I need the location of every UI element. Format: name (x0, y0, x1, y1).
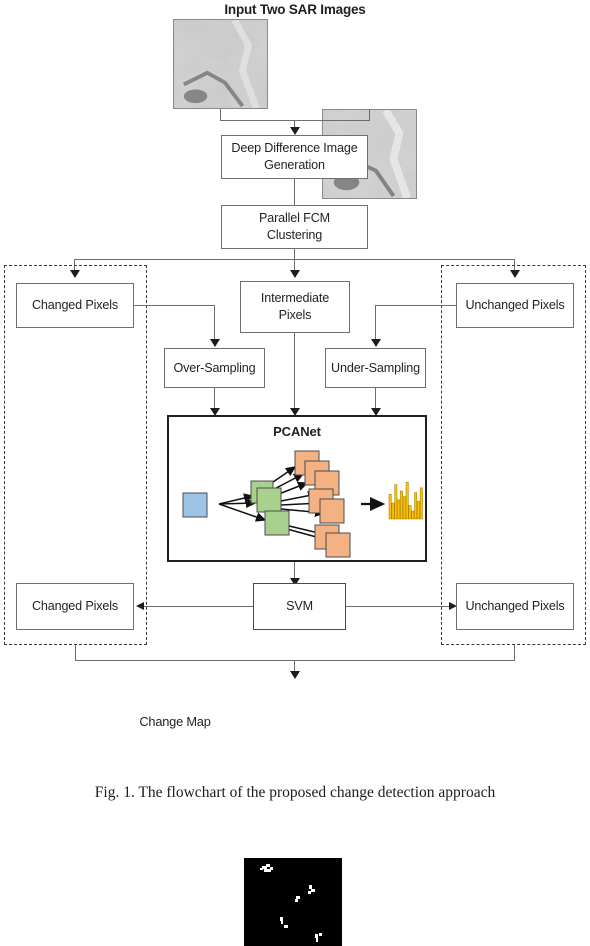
arrowhead-svm-to-changed (136, 601, 144, 610)
connector-unchanged-to-undersampling-v (375, 305, 377, 341)
pcanet-title: PCANet (273, 424, 321, 439)
node-over-sampling: Over-Sampling (164, 348, 265, 388)
connector-intermediate-to-pcanet (294, 333, 296, 412)
connector-changed-to-oversampling-v (214, 305, 216, 341)
node-changed-pixels-bottom: Changed Pixels (16, 583, 134, 630)
pcanet-network-diagram (169, 441, 429, 561)
histogram-bars (388, 481, 423, 520)
node-under-sampling: Under-Sampling (325, 348, 426, 388)
arrowhead-to-ddi (289, 127, 300, 135)
fcm-line1: Parallel FCM (259, 211, 330, 226)
sar-image-left (173, 19, 268, 109)
connector-unchanged-to-undersampling-h (375, 305, 456, 307)
change-map-label: Change Map (139, 714, 211, 729)
connector-svm-to-changed (143, 606, 253, 608)
node-deep-difference-image-generation: Deep Difference Image Generation (221, 135, 368, 179)
over-sampling-label: Over-Sampling (173, 360, 256, 375)
change-map-image (244, 858, 342, 946)
svm-label: SVM (286, 599, 313, 614)
intermediate-line1: Intermediate (260, 291, 330, 306)
sar-texture-left-svg (174, 20, 267, 108)
arrowhead-to-oversampling (209, 339, 220, 347)
panel-pcanet: PCANet (167, 415, 427, 562)
node-intermediate-pixels: Intermediate Pixels (240, 281, 350, 333)
connector-svm-to-unchanged (346, 606, 452, 608)
connector-unchanged-branch-down (514, 645, 516, 661)
connector-changed-branch-down (75, 645, 77, 661)
figure-caption: Fig. 1. The flowchart of the proposed ch… (94, 784, 496, 801)
figure-header-label: Input Two SAR Images (224, 2, 366, 17)
node-parallel-fcm-clustering: Parallel FCM Clustering (221, 205, 368, 249)
ddi-line2: Generation (264, 158, 325, 172)
pcanet-network-svg (182, 450, 423, 558)
changed-pixels-top-label: Changed Pixels (31, 298, 119, 313)
figure-canvas: Input Two SAR Images Deep Difference Ima… (0, 0, 590, 946)
node-unchanged-pixels-bottom: Unchanged Pixels (456, 583, 574, 630)
arrowhead-to-intermediate-pixels (289, 270, 300, 278)
arrowhead-to-undersampling (370, 339, 381, 347)
fcm-line2: Clustering (266, 228, 323, 242)
ddi-line1: Deep Difference Image (231, 141, 358, 156)
node-unchanged-pixels-top: Unchanged Pixels (456, 283, 574, 328)
under-sampling-label: Under-Sampling (331, 360, 420, 375)
node-changed-pixels-top: Changed Pixels (16, 283, 134, 328)
unchanged-pixels-bottom-label: Unchanged Pixels (465, 599, 565, 614)
node-svm: SVM (253, 583, 346, 630)
arrowhead-to-changemap (289, 671, 300, 679)
connector-ddi-to-fcm (294, 179, 296, 206)
changed-pixels-bottom-label: Changed Pixels (31, 599, 119, 614)
unchanged-pixels-top-label: Unchanged Pixels (465, 298, 565, 313)
connector-changed-to-oversampling-h (134, 305, 215, 307)
intermediate-line2: Pixels (278, 308, 312, 322)
